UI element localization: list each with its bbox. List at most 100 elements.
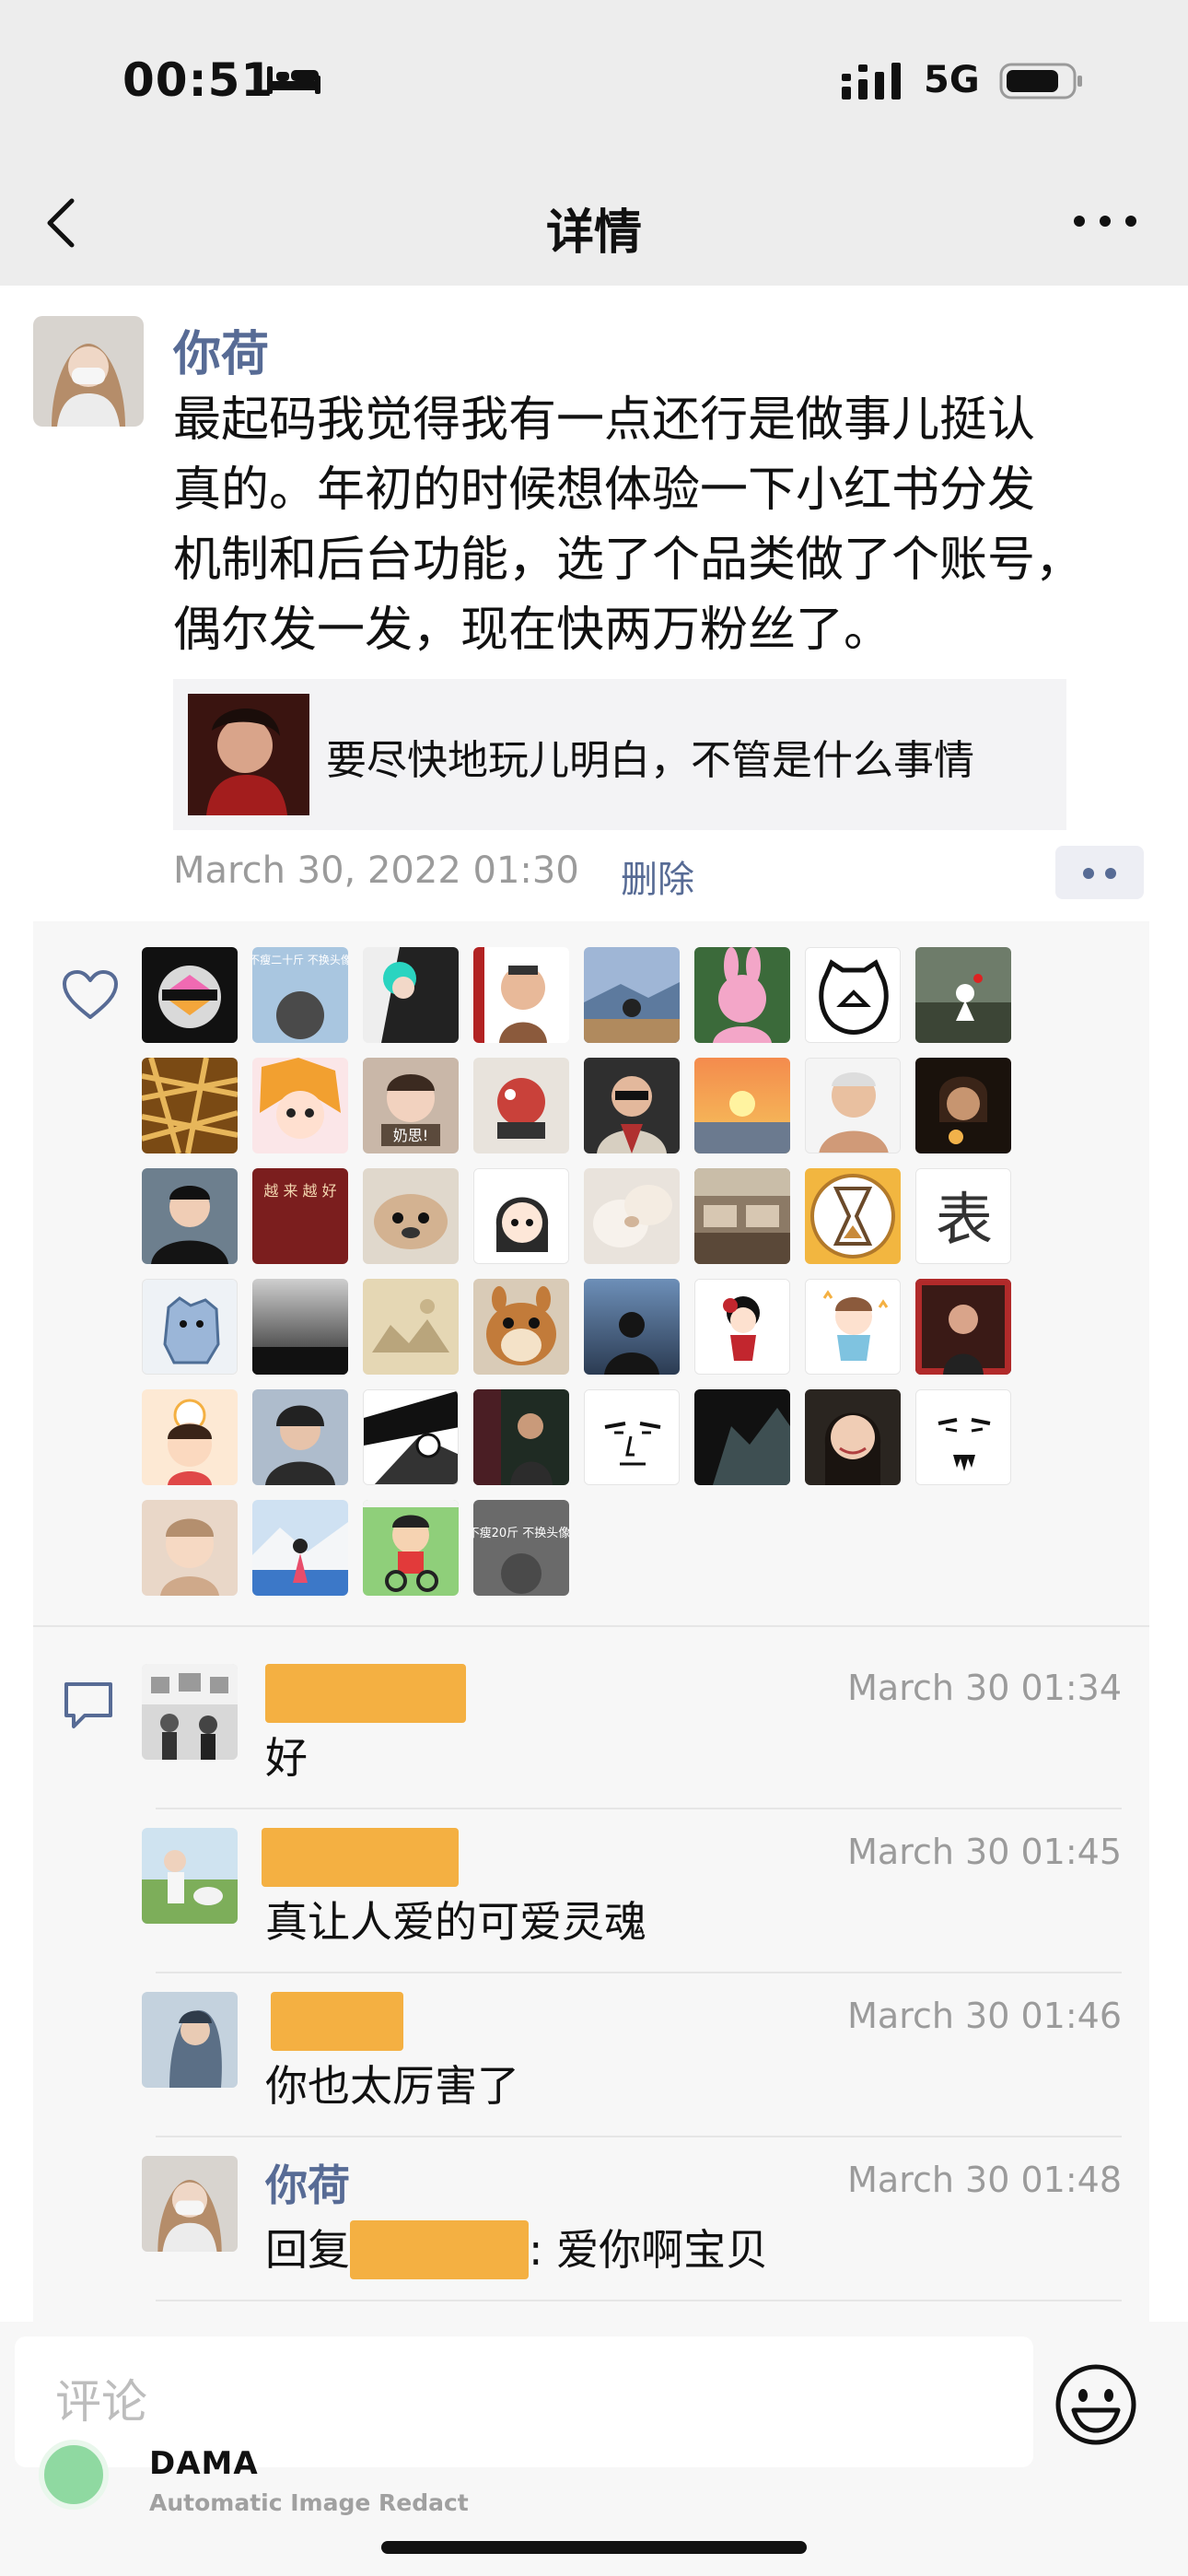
- post-text-line: 偶尔发一发，现在快两万粉丝了。: [173, 603, 892, 658]
- liker-avatar[interactable]: [142, 1058, 238, 1153]
- dot-icon: [1083, 868, 1094, 879]
- liker-avatar-text: 不瘦20斤 不换头像!: [473, 1526, 569, 1540]
- liker-avatar-text: 越 来 越 好: [263, 1182, 336, 1200]
- redaction-block: [350, 2220, 529, 2279]
- smiley-icon[interactable]: [1054, 2362, 1138, 2447]
- liker-avatar[interactable]: 表: [915, 1168, 1011, 1264]
- redaction-block: [262, 1828, 459, 1887]
- comment-time: March 30 01:46: [847, 1996, 1122, 2036]
- liker-avatar[interactable]: [363, 1389, 459, 1485]
- liker-avatar[interactable]: [805, 1279, 901, 1375]
- liker-avatar[interactable]: [363, 1168, 459, 1264]
- liker-avatar[interactable]: [252, 1279, 348, 1375]
- liker-avatar[interactable]: 不瘦20斤 不换头像!: [473, 1500, 569, 1596]
- liker-avatar[interactable]: [142, 1279, 238, 1375]
- liker-avatar[interactable]: [473, 1389, 569, 1485]
- liker-avatar[interactable]: [252, 1058, 348, 1153]
- comment-time: March 30 01:34: [847, 1668, 1122, 1708]
- commenter-name[interactable]: [265, 1992, 403, 2051]
- shared-link-card[interactable]: 要尽快地玩儿明白，不管是什么事情: [173, 679, 1066, 830]
- comment-icon: [64, 1682, 112, 1728]
- liker-avatar[interactable]: [363, 947, 459, 1043]
- page-title: 详情: [545, 205, 642, 261]
- liker-avatar[interactable]: [363, 1279, 459, 1375]
- post-author-avatar[interactable]: [33, 316, 144, 427]
- liker-avatar-text: 奶思!: [393, 1127, 428, 1144]
- battery-icon: [999, 63, 1082, 100]
- liker-avatar[interactable]: [584, 947, 680, 1043]
- commenter-avatar[interactable]: [142, 2156, 238, 2252]
- commenter-avatar[interactable]: [142, 1828, 238, 1924]
- redaction-block: [265, 1664, 466, 1723]
- liker-avatar[interactable]: [694, 1389, 790, 1485]
- liker-avatar[interactable]: 奶思!: [363, 1058, 459, 1153]
- liker-avatar[interactable]: [915, 947, 1011, 1043]
- comment-item[interactable]: March 30 01:34 好: [142, 1645, 1149, 1809]
- delete-link[interactable]: 删除: [621, 849, 694, 903]
- liker-avatar-text: 表: [936, 1186, 993, 1253]
- post-text-line: 最起码我觉得我有一点还行是做事儿挺认: [173, 392, 1036, 448]
- liker-avatar[interactable]: [584, 1389, 680, 1485]
- home-indicator[interactable]: [381, 2541, 807, 2554]
- liker-avatar[interactable]: [473, 1279, 569, 1375]
- liker-avatar[interactable]: [252, 1500, 348, 1596]
- liker-avatar[interactable]: [805, 947, 901, 1043]
- network-label: 5G: [924, 59, 980, 101]
- liker-avatar[interactable]: [252, 1389, 348, 1485]
- liker-avatar[interactable]: [142, 1168, 238, 1264]
- comment-item[interactable]: March 30 01:46 你也太厉害了: [142, 1973, 1149, 2137]
- post-timestamp: March 30, 2022 01:30: [173, 849, 579, 892]
- commenter-name[interactable]: [262, 1828, 459, 1887]
- commenter-avatar[interactable]: [142, 1664, 238, 1760]
- comment-text: 回复 : 爱你啊宝贝: [265, 2220, 768, 2279]
- more-dots-icon[interactable]: [1068, 207, 1142, 235]
- liker-avatar[interactable]: [473, 1058, 569, 1153]
- commenter-avatar[interactable]: [142, 1992, 238, 2088]
- liker-avatar[interactable]: [142, 1389, 238, 1485]
- liker-avatar[interactable]: [584, 1058, 680, 1153]
- divider: [156, 2300, 1122, 2301]
- liker-avatar[interactable]: [915, 1389, 1011, 1485]
- liker-avatar-text: 不瘦二十斤 不换头像: [252, 953, 348, 966]
- commenter-name[interactable]: [265, 1664, 466, 1723]
- post-actions-button[interactable]: [1055, 846, 1144, 899]
- liker-avatar[interactable]: [805, 1389, 901, 1485]
- comment-item[interactable]: March 30 01:45 真让人爱的可爱灵魂: [142, 1809, 1149, 1973]
- liker-avatar[interactable]: [473, 947, 569, 1043]
- liker-avatar[interactable]: [694, 1058, 790, 1153]
- liker-avatar[interactable]: [915, 1058, 1011, 1153]
- liker-avatar[interactable]: [805, 1058, 901, 1153]
- comment-text: 真让人爱的可爱灵魂: [265, 1897, 646, 1947]
- liker-avatar[interactable]: [694, 1168, 790, 1264]
- liker-avatar[interactable]: [805, 1168, 901, 1264]
- reply-prefix: 回复: [265, 2225, 350, 2275]
- post-author-name[interactable]: 你荷: [173, 315, 269, 384]
- comment-text: 好: [265, 1733, 308, 1783]
- liker-avatar[interactable]: 越 来 越 好: [252, 1168, 348, 1264]
- liker-avatar[interactable]: [363, 1500, 459, 1596]
- liker-avatar[interactable]: [694, 947, 790, 1043]
- liker-avatar[interactable]: [142, 947, 238, 1043]
- liker-avatar[interactable]: [584, 1279, 680, 1375]
- comment-item[interactable]: 你荷 March 30 01:48 回复 : 爱你啊宝贝: [142, 2137, 1149, 2301]
- liker-avatar[interactable]: [584, 1168, 680, 1264]
- liker-avatar[interactable]: 不瘦二十斤 不换头像: [252, 947, 348, 1043]
- commenter-name[interactable]: 你荷: [265, 2156, 350, 2215]
- liker-avatar[interactable]: [915, 1279, 1011, 1375]
- shared-link-thumbnail: [188, 694, 309, 815]
- watermark-subtitle: Automatic Image Redact: [149, 2489, 469, 2516]
- watermark-title: DAMA: [149, 2445, 259, 2482]
- comment-text: 你也太厉害了: [265, 2061, 519, 2111]
- liker-avatar[interactable]: [473, 1168, 569, 1264]
- reply-text: : 爱你啊宝贝: [529, 2225, 769, 2275]
- comment-time: March 30 01:48: [847, 2160, 1122, 2200]
- liker-avatar[interactable]: [694, 1279, 790, 1375]
- status-time: 00:51: [122, 53, 274, 107]
- nav-bar: 详情: [0, 157, 1188, 286]
- liker-avatar[interactable]: [142, 1500, 238, 1596]
- shared-link-title: 要尽快地玩儿明白，不管是什么事情: [326, 737, 974, 784]
- divider: [33, 1625, 1149, 1627]
- comment-time: March 30 01:45: [847, 1832, 1122, 1872]
- interaction-panel: 不瘦二十斤 不换头像 奶思! 越 来 越 好 表 不瘦20斤 不换头像 Marc…: [33, 921, 1149, 2322]
- post-text: 最起码我觉得我有一点还行是做事儿挺认 真的。年初的时候想体验一下小红书分发 机制…: [173, 385, 1149, 665]
